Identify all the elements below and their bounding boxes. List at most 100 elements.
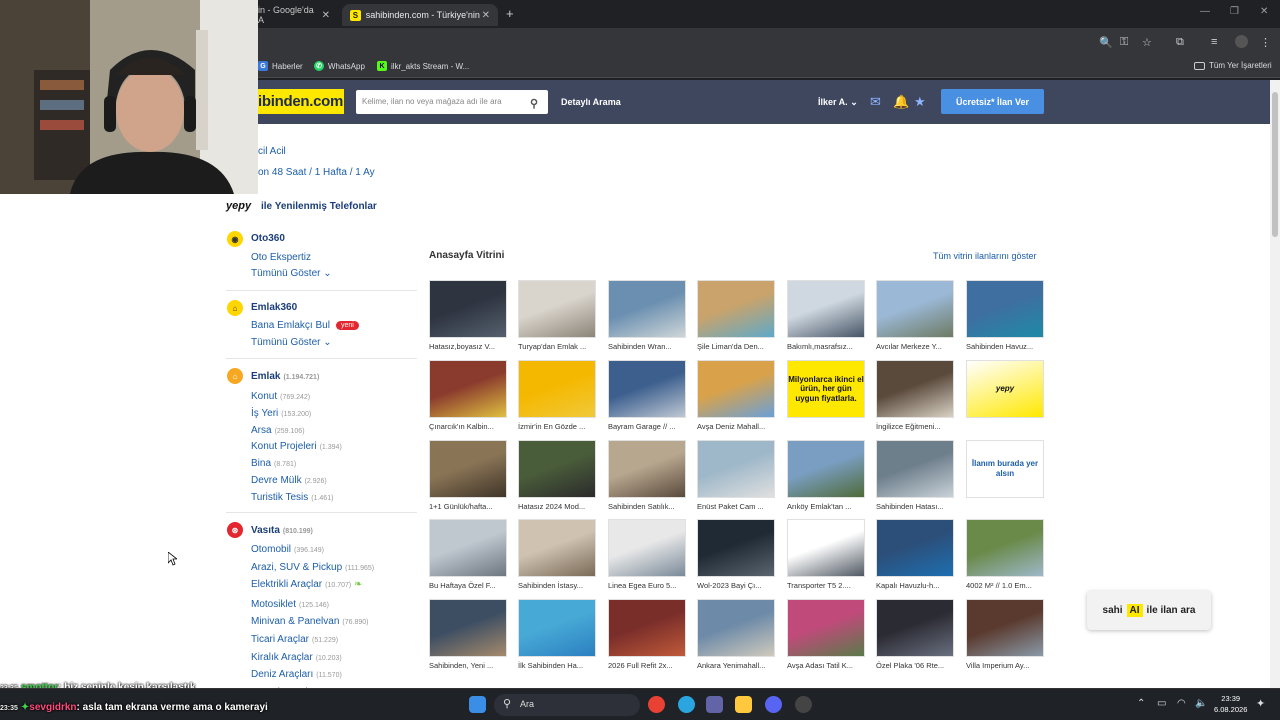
showcase-listing-card[interactable]: Transporter T5 2.... xyxy=(787,519,865,594)
sidebar-item-vasita[interactable]: Kiralık Araçlar (10.203) xyxy=(251,652,342,663)
post-ad-button[interactable]: Ücretsiz* İlan Ver xyxy=(941,89,1044,114)
close-icon[interactable]: ✕ xyxy=(482,10,490,21)
showcase-listing-card[interactable]: Bu Haftaya Özel F... xyxy=(429,519,507,594)
showcase-listing-card[interactable]: Bayram Garage // ... xyxy=(608,360,686,435)
showcase-listing-card[interactable]: Özel Plaka '06 Rte... xyxy=(876,599,954,674)
yepy-promo-banner[interactable]: yepy xyxy=(966,360,1044,418)
listing-image[interactable] xyxy=(429,599,507,657)
listing-title[interactable]: Hatasız,boyasız V... xyxy=(429,342,507,351)
taskbar-clock[interactable]: 23:39 6.08.2026 xyxy=(1214,693,1247,715)
bookmark-haberler[interactable]: G Haberler xyxy=(258,61,303,71)
listing-title[interactable]: Bayram Garage // ... xyxy=(608,422,686,431)
listing-title[interactable]: Turyap'dan Emlak ... xyxy=(518,342,596,351)
sidebar-item-vasita[interactable]: Minivan & Panelvan (76.890) xyxy=(251,616,368,627)
close-icon[interactable]: ✕ xyxy=(322,10,330,21)
yepy-logo[interactable]: yepy xyxy=(226,200,251,212)
showcase-listing-card[interactable]: 4002 M² // 1.0 Em... xyxy=(966,519,1044,594)
showcase-listing-card[interactable]: Wol-2023 Bayi Çı... xyxy=(697,519,775,594)
tab-google[interactable]: in - Google'da A ✕ xyxy=(250,4,338,26)
show-all-link[interactable]: Tümünü Göster ⌄ xyxy=(251,268,332,279)
listing-image[interactable] xyxy=(518,360,596,418)
showcase-listing-card[interactable]: Avşa Deniz Mahall... xyxy=(697,360,775,435)
bookmark-star-icon[interactable]: ☆ xyxy=(1142,36,1152,49)
listing-image[interactable] xyxy=(697,599,775,657)
listing-title[interactable]: Çınarcık'ın Kalbin... xyxy=(429,422,507,431)
listing-image[interactable] xyxy=(787,519,865,577)
user-menu[interactable]: İlker A. ⌄ xyxy=(818,97,858,108)
listing-title[interactable]: İngilizce Eğitmeni... xyxy=(876,422,954,431)
listing-title[interactable]: Sahibinden, Yeni ... xyxy=(429,661,507,670)
showcase-listing-card[interactable]: Avşa Adası Tatil K... xyxy=(787,599,865,674)
showcase-listing-card[interactable]: Enüst Paket Cam ... xyxy=(697,440,775,515)
showcase-listing-card[interactable]: İlanım burada yer alsın xyxy=(966,440,1044,515)
showcase-listing-card[interactable]: Şile Liman'da Den... xyxy=(697,280,775,355)
showcase-listing-card[interactable]: Çınarcık'ın Kalbin... xyxy=(429,360,507,435)
new-tab-button[interactable]: + xyxy=(506,6,514,21)
edge-icon[interactable] xyxy=(678,696,695,713)
promo-banner[interactable]: Milyonlarca ikinci el ürün, her gün uygu… xyxy=(787,360,865,418)
sidebar-item-vasita[interactable]: Ticari Araçlar (51.229) xyxy=(251,634,338,645)
listing-title[interactable]: Şile Liman'da Den... xyxy=(697,342,775,351)
sidebar-item-emlak[interactable]: İş Yeri (153.200) xyxy=(251,408,311,419)
listing-image[interactable] xyxy=(966,280,1044,338)
listing-image[interactable] xyxy=(518,280,596,338)
showcase-listing-card[interactable]: Sahibinden İstasy... xyxy=(518,519,596,594)
listing-title[interactable]: Wol-2023 Bayi Çı... xyxy=(697,581,775,590)
urgent-link[interactable]: cil Acil xyxy=(258,146,286,157)
site-logo[interactable]: ibinden.com xyxy=(252,89,344,114)
listing-image[interactable] xyxy=(876,599,954,657)
listing-title[interactable]: Avcılar Merkeze Y... xyxy=(876,342,954,351)
minimize-icon[interactable]: — xyxy=(1200,6,1210,17)
taskbar-search[interactable]: ⚲ Ara xyxy=(494,694,640,716)
zoom-icon[interactable]: 🔍 xyxy=(1099,36,1113,49)
showcase-listing-card[interactable]: İlk Sahibinden Ha... xyxy=(518,599,596,674)
listing-title[interactable]: 1+1 Günlük/hafta... xyxy=(429,502,507,511)
showcase-listing-card[interactable]: Sahibinden, Yeni ... xyxy=(429,599,507,674)
teams-icon[interactable] xyxy=(706,696,723,713)
listing-title[interactable]: Bu Haftaya Özel F... xyxy=(429,581,507,590)
sidebar-item-vasita[interactable]: Motosiklet (125.146) xyxy=(251,599,329,610)
showcase-listing-card[interactable]: İngilizce Eğitmeni... xyxy=(876,360,954,435)
showcase-listing-card[interactable]: Kapalı Havuzlu-h... xyxy=(876,519,954,594)
password-key-icon[interactable]: ⚿ xyxy=(1120,36,1128,49)
show-all-link[interactable]: Tümünü Göster ⌄ xyxy=(251,337,332,348)
wifi-icon[interactable]: ◠ xyxy=(1177,698,1186,709)
listing-title[interactable]: İlk Sahibinden Ha... xyxy=(518,661,596,670)
chrome-icon[interactable] xyxy=(648,696,665,713)
sidebar-item-emlak[interactable]: Devre Mülk (2.926) xyxy=(251,475,327,486)
favorites-star-icon[interactable]: ★ xyxy=(914,94,926,110)
search-icon[interactable]: ⚲ xyxy=(526,95,542,111)
listing-title[interactable]: Özel Plaka '06 Rte... xyxy=(876,661,954,670)
profile-avatar-icon[interactable] xyxy=(1235,35,1248,48)
listing-image[interactable] xyxy=(608,599,686,657)
showcase-listing-card[interactable]: Bakımlı,masrafsız... xyxy=(787,280,865,355)
listing-title[interactable]: Linea Egea Euro 5... xyxy=(608,581,686,590)
emlak360-heading[interactable]: Emlak360 xyxy=(251,302,297,313)
listing-image[interactable] xyxy=(697,360,775,418)
search-input[interactable]: Kelime, ilan no veya mağaza adı ile ara … xyxy=(356,90,548,114)
showcase-listing-card[interactable]: Milyonlarca ikinci el ürün, her gün uygu… xyxy=(787,360,865,435)
find-realtor-link[interactable]: Bana Emlakçı Bul yeni xyxy=(251,320,359,331)
listing-title[interactable]: Avşa Adası Tatil K... xyxy=(787,661,865,670)
showcase-listing-card[interactable]: Avcılar Merkeze Y... xyxy=(876,280,954,355)
showcase-listing-card[interactable]: Sahibinden Havuz... xyxy=(966,280,1044,355)
listing-image[interactable] xyxy=(966,519,1044,577)
listing-image[interactable] xyxy=(876,360,954,418)
listing-title[interactable]: Transporter T5 2.... xyxy=(787,581,865,590)
showcase-listing-card[interactable]: Villa Imperium Ay... xyxy=(966,599,1044,674)
oto-ekspertiz-link[interactable]: Oto Ekspertiz xyxy=(251,252,311,263)
listing-image[interactable] xyxy=(876,519,954,577)
listing-image[interactable] xyxy=(429,519,507,577)
listing-title[interactable]: Sahibinden İstasy... xyxy=(518,581,596,590)
bell-icon[interactable]: 🔔 xyxy=(893,94,909,110)
showcase-listing-card[interactable]: Sahibinden Satılık... xyxy=(608,440,686,515)
listing-image[interactable] xyxy=(697,440,775,498)
listing-image[interactable] xyxy=(429,360,507,418)
listing-image[interactable] xyxy=(787,280,865,338)
listing-image[interactable] xyxy=(697,519,775,577)
listing-image[interactable] xyxy=(876,280,954,338)
bookmark-whatsapp[interactable]: ✆ WhatsApp xyxy=(314,61,365,71)
recent-listings-link[interactable]: on 48 Saat / 1 Hafta / 1 Ay xyxy=(258,167,375,178)
sidebar-item-vasita[interactable]: Deniz Araçları (11.570) xyxy=(251,669,342,680)
close-window-icon[interactable]: ✕ xyxy=(1260,6,1268,17)
